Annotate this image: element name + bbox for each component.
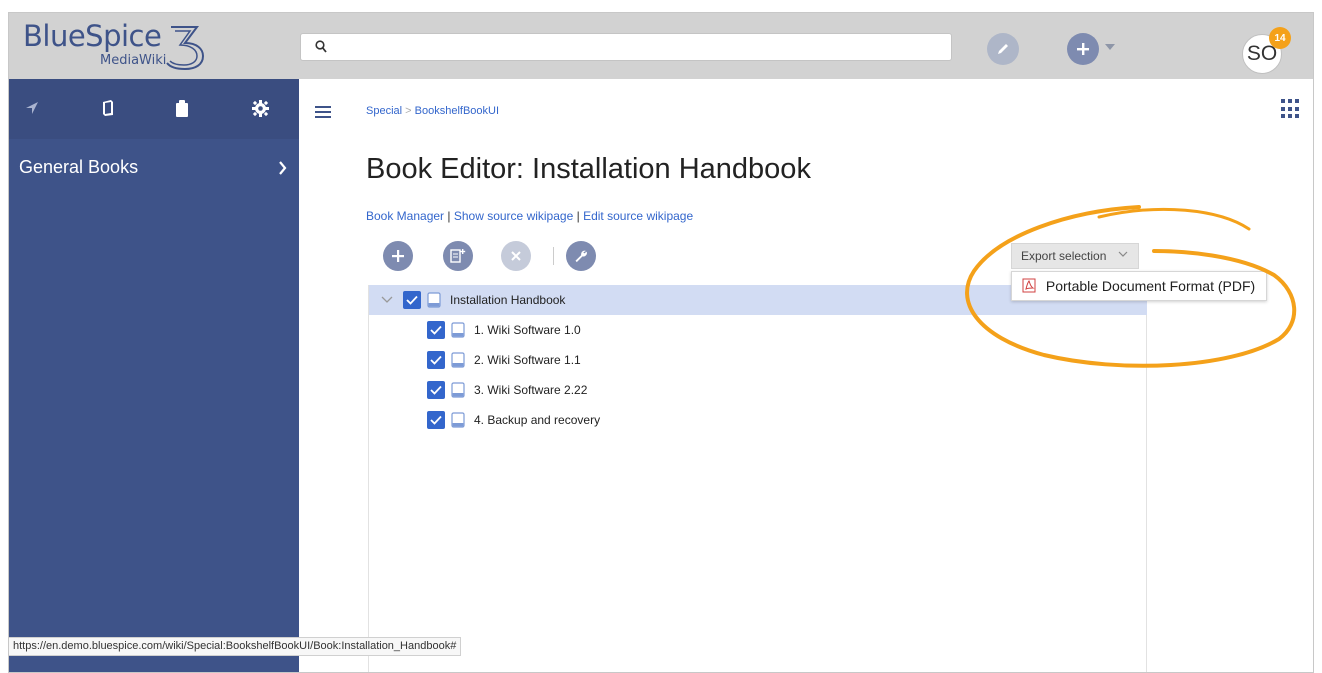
page-title: Book Editor: Installation Handbook — [366, 153, 811, 185]
notification-badge[interactable]: 14 — [1269, 27, 1291, 49]
checkbox-checked[interactable] — [427, 351, 445, 369]
add-page-button[interactable] — [443, 241, 473, 271]
create-dropdown-caret-icon[interactable] — [1105, 44, 1115, 50]
remove-button[interactable] — [501, 241, 531, 271]
add-chapter-button[interactable] — [383, 241, 413, 271]
tree-item[interactable]: 1. Wiki Software 1.0 — [427, 315, 581, 345]
tree-item[interactable]: 4. Backup and recovery — [427, 405, 600, 435]
add-icon — [392, 250, 404, 262]
book-manager-link[interactable]: Book Manager — [366, 209, 444, 223]
checkmark-icon — [430, 385, 442, 395]
search-input[interactable] — [335, 36, 935, 58]
status-bar-url: https://en.demo.bluespice.com/wiki/Speci… — [9, 637, 462, 656]
breadcrumb: Special > BookshelfBookUI — [366, 105, 499, 117]
breadcrumb-current-link[interactable]: BookshelfBookUI — [415, 105, 499, 117]
document-icon — [427, 292, 441, 308]
remove-icon — [511, 251, 521, 261]
clipboard-icon[interactable] — [171, 97, 193, 119]
tree-item-label: 2. Wiki Software 1.1 — [474, 353, 581, 367]
tree-item[interactable]: 3. Wiki Software 2.22 — [427, 375, 587, 405]
menu-toggle-icon[interactable] — [315, 106, 331, 118]
plus-icon — [1077, 43, 1089, 55]
show-source-link[interactable]: Show source wikipage — [454, 209, 573, 223]
checkbox-checked[interactable] — [403, 291, 421, 309]
chevron-down-icon[interactable] — [381, 296, 393, 304]
navigation-icon[interactable] — [21, 97, 43, 119]
sidebar-item-general-books[interactable]: General Books — [19, 157, 289, 181]
breadcrumb-separator: > — [405, 105, 412, 117]
search-box[interactable] — [300, 33, 952, 61]
checkbox-checked[interactable] — [427, 411, 445, 429]
create-new-button[interactable] — [1067, 33, 1099, 65]
document-icon — [451, 352, 465, 368]
wrench-icon — [575, 250, 587, 263]
add-page-icon — [450, 249, 466, 263]
chevron-right-icon — [279, 161, 287, 175]
logo-three-icon — [166, 26, 205, 71]
document-icon — [451, 382, 465, 398]
checkmark-icon — [430, 415, 442, 425]
sidebar: General Books — [9, 79, 299, 672]
pencil-icon — [998, 44, 1008, 54]
edit-button[interactable] — [987, 33, 1019, 65]
search-icon — [315, 40, 327, 53]
logo-sub: MediaWiki — [100, 53, 167, 68]
apps-grid-icon[interactable] — [1281, 99, 1301, 119]
highlight-annotation — [965, 205, 1297, 368]
tree-item-label: 4. Backup and recovery — [474, 413, 601, 427]
toolbar-divider — [553, 247, 554, 265]
logo-brand: BlueSpice — [23, 19, 162, 53]
tree-root-label: Installation Handbook — [450, 293, 566, 307]
checkbox-checked[interactable] — [427, 381, 445, 399]
link-separator: | — [576, 209, 580, 223]
page-links: Book Manager | Show source wikipage | Ed… — [366, 209, 693, 223]
settings-tool-button[interactable] — [566, 241, 596, 271]
document-icon — [451, 412, 465, 428]
tree-item[interactable]: 2. Wiki Software 1.1 — [427, 345, 581, 375]
link-separator: | — [447, 209, 451, 223]
checkmark-icon — [406, 295, 418, 305]
tree-item-label: 3. Wiki Software 2.22 — [474, 383, 588, 397]
gear-icon[interactable] — [249, 97, 271, 119]
breadcrumb-special-link[interactable]: Special — [366, 105, 402, 117]
bluespice-logo[interactable]: BlueSpice MediaWiki — [23, 19, 208, 75]
sidebar-item-label: General Books — [19, 157, 139, 177]
book-icon[interactable] — [97, 97, 119, 119]
checkmark-icon — [430, 355, 442, 365]
document-icon — [451, 322, 465, 338]
checkmark-icon — [430, 325, 442, 335]
edit-source-link[interactable]: Edit source wikipage — [583, 209, 693, 223]
top-bar: BlueSpice MediaWiki SO 14 — [9, 13, 1313, 79]
checkbox-checked[interactable] — [427, 321, 445, 339]
tree-item-label: 1. Wiki Software 1.0 — [474, 323, 581, 337]
sidebar-tabs — [9, 79, 299, 139]
app-window: BlueSpice MediaWiki SO 14 General Books … — [8, 12, 1314, 673]
